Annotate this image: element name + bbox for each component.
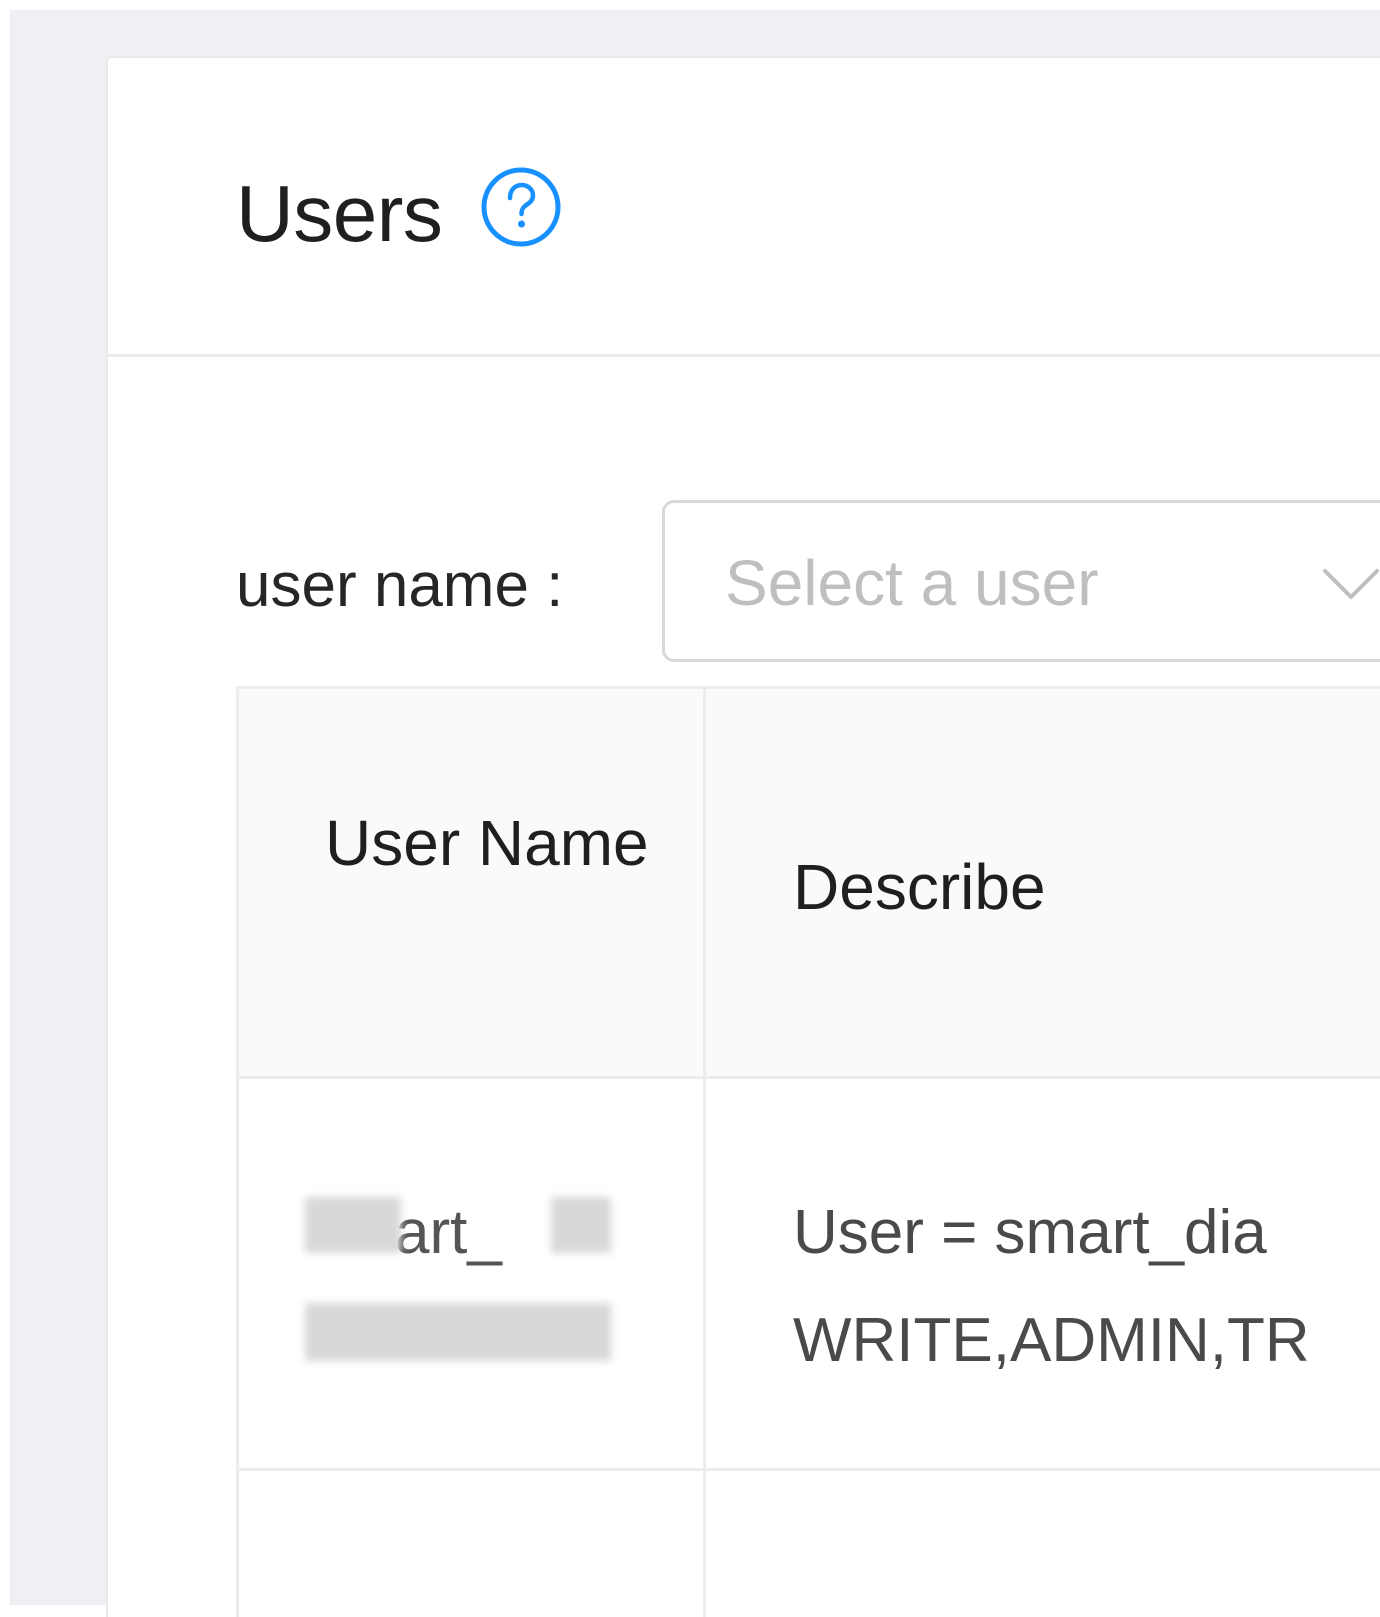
user-select-placeholder: Select a user — [725, 547, 1099, 619]
redacted-block — [305, 1303, 611, 1361]
column-header-user-name[interactable]: User Name — [325, 789, 665, 897]
users-table: User Name Describe art_ User = smart_dia… — [236, 686, 1380, 1617]
card-header: Users — [108, 58, 1380, 357]
users-card: Users user name : Select a user User Nam… — [106, 56, 1380, 1617]
user-select[interactable]: Select a user — [662, 500, 1380, 662]
describe-line: User = smart_dia — [793, 1198, 1267, 1267]
question-circle-icon[interactable] — [480, 166, 562, 248]
redacted-block — [551, 1197, 611, 1253]
chevron-down-icon[interactable] — [1321, 565, 1380, 605]
page-title: Users — [236, 169, 443, 258]
user-name-filter-label: user name : — [236, 551, 564, 620]
redacted-block — [305, 1197, 401, 1253]
describe-cell: User = smart_dia WRITE,ADMIN,TR — [793, 1179, 1380, 1395]
user-name-visible-text: art_ — [395, 1198, 502, 1267]
column-divider — [703, 689, 706, 1617]
describe-line: WRITE,ADMIN,TR — [793, 1306, 1310, 1375]
table-header: User Name Describe — [239, 689, 1380, 1079]
table-row[interactable]: art_ User = smart_dia WRITE,ADMIN,TR — [239, 1079, 1380, 1471]
column-header-describe[interactable]: Describe — [793, 839, 1046, 935]
content-area: Users user name : Select a user User Nam… — [10, 10, 1380, 1617]
